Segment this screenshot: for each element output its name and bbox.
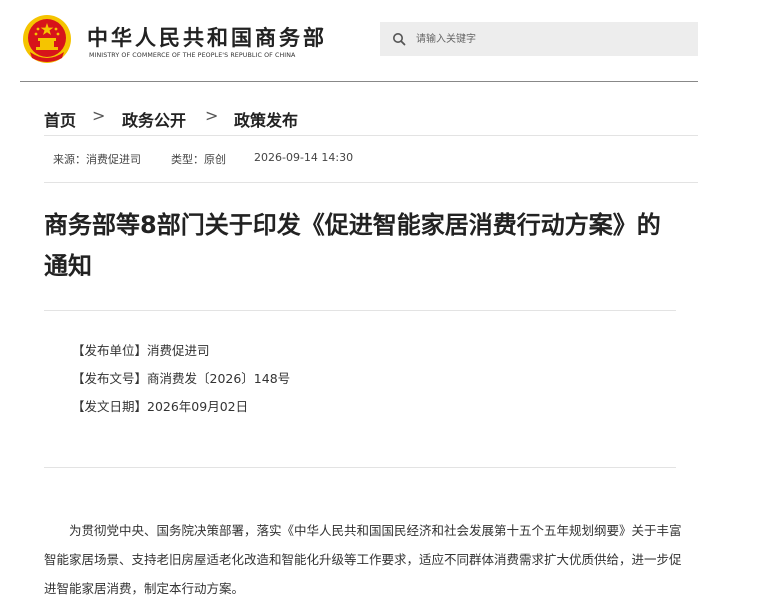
site-name-en: MINISTRY OF COMMERCE OF THE PEOPLE'S REP… <box>89 52 296 59</box>
national-emblem-icon[interactable] <box>22 14 72 64</box>
breadcrumb-separator: > <box>92 106 106 125</box>
header-divider <box>20 81 698 82</box>
breadcrumb-gov-affairs[interactable]: 政务公开 <box>122 107 186 131</box>
meta-datetime: 2026-09-14 14:30 <box>254 151 354 164</box>
info-issue-date: 【发文日期】2026年09月02日 <box>72 399 249 414</box>
search-input[interactable] <box>416 28 686 50</box>
meta-source: 来源：消费促进司 <box>53 153 141 166</box>
meta-type: 类型：原创 <box>171 153 226 166</box>
info-divider <box>44 467 676 468</box>
meta-divider <box>44 182 698 183</box>
breadcrumb-separator: > <box>205 106 219 125</box>
breadcrumb-policy-release[interactable]: 政策发布 <box>234 107 298 131</box>
search-icon[interactable] <box>392 32 406 46</box>
info-doc-number: 【发布文号】商消费发〔2026〕148号 <box>72 371 291 386</box>
info-issuer: 【发布单位】消费促进司 <box>72 343 210 358</box>
breadcrumb-home[interactable]: 首页 <box>44 107 76 131</box>
title-divider <box>44 310 676 311</box>
breadcrumb-divider <box>44 135 698 136</box>
article-body-paragraph: 为贯彻党中央、国务院决策部署，落实《中华人民共和国国民经济和社会发展第十五个五年… <box>44 523 682 596</box>
search-box[interactable] <box>380 22 698 56</box>
site-name-cn[interactable]: 中华人民共和国商务部 <box>87 22 327 52</box>
article-title: 商务部等8部门关于印发《促进智能家居消费行动方案》的通知 <box>44 211 661 280</box>
